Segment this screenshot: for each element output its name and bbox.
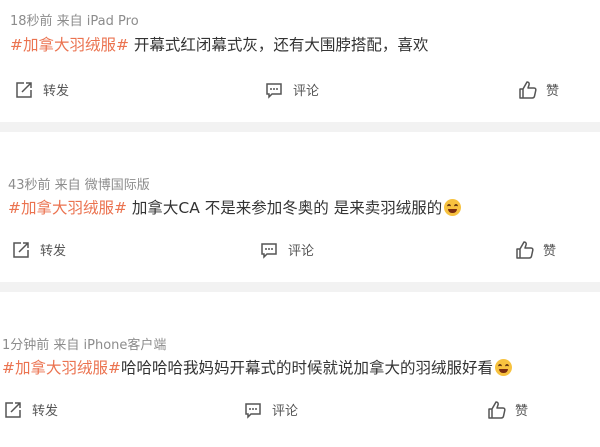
post-card: 1分钟前 来自 iPhone客户端 #加拿大羽绒服#哈哈哈哈我妈妈开幕式的时候就…	[0, 292, 600, 447]
post-card: 43秒前 来自 微博国际版 #加拿大羽绒服# 加拿大CA 不是来参加冬奥的 是来…	[0, 132, 600, 282]
post-divider	[0, 282, 600, 292]
comment-icon	[245, 402, 261, 419]
topic-tag[interactable]: #加拿大羽绒服#	[8, 199, 127, 217]
thumbs-up-icon	[488, 400, 506, 419]
repost-label: 转发	[43, 84, 70, 99]
repost-label: 转发	[32, 404, 59, 419]
comment-label: 评论	[272, 404, 299, 419]
repost-icon	[5, 401, 21, 418]
post-content: #加拿大羽绒服# 加拿大CA 不是来参加冬奥的 是来卖羽绒服的	[8, 196, 462, 218]
post-content: #加拿大羽绒服# 开幕式红闭幕式灰，还有大围脖搭配，喜欢	[10, 33, 428, 55]
repost-icon	[13, 241, 29, 258]
post-text: 加拿大CA 不是来参加冬奥的 是来卖羽绒服的	[126, 199, 443, 217]
post-text: 哈哈哈哈我妈妈开幕式的时候就说加拿大的羽绒服好看	[120, 359, 493, 377]
like-button[interactable]: 赞	[518, 80, 559, 99]
like-button[interactable]: 赞	[515, 240, 556, 259]
topic-tag[interactable]: #加拿大羽绒服#	[10, 36, 129, 54]
repost-icon	[16, 81, 32, 98]
repost-button[interactable]: 转发	[4, 400, 58, 419]
thumbs-up-icon	[516, 240, 534, 259]
comment-icon	[261, 242, 277, 259]
like-button[interactable]: 赞	[487, 400, 528, 419]
repost-button[interactable]: 转发	[12, 240, 66, 259]
topic-tag[interactable]: #加拿大羽绒服#	[2, 359, 121, 377]
comment-icon	[266, 82, 282, 99]
like-label: 赞	[546, 84, 560, 99]
thumbs-up-icon	[519, 80, 537, 99]
post-meta: 18秒前 来自 iPad Pro	[10, 14, 139, 29]
post-content: #加拿大羽绒服#哈哈哈哈我妈妈开幕式的时候就说加拿大的羽绒服好看	[2, 356, 512, 378]
comment-label: 评论	[293, 84, 320, 99]
post-card: 18秒前 来自 iPad Pro #加拿大羽绒服# 开幕式红闭幕式灰，还有大围脖…	[0, 0, 600, 120]
comment-label: 评论	[288, 244, 315, 259]
post-text: 开幕式红闭幕式灰，还有大围脖搭配，喜欢	[128, 36, 429, 54]
repost-button[interactable]: 转发	[15, 80, 69, 99]
comment-button[interactable]: 评论	[244, 400, 298, 419]
comment-button[interactable]: 评论	[265, 80, 319, 99]
laugh-emoji-icon	[495, 359, 512, 376]
comment-button[interactable]: 评论	[260, 240, 314, 259]
post-divider	[0, 122, 600, 132]
post-meta: 1分钟前 来自 iPhone客户端	[2, 338, 167, 353]
like-label: 赞	[515, 404, 529, 419]
post-meta: 43秒前 来自 微博国际版	[8, 178, 150, 193]
repost-label: 转发	[40, 244, 67, 259]
grin-emoji-icon	[444, 199, 462, 216]
like-label: 赞	[543, 244, 557, 259]
